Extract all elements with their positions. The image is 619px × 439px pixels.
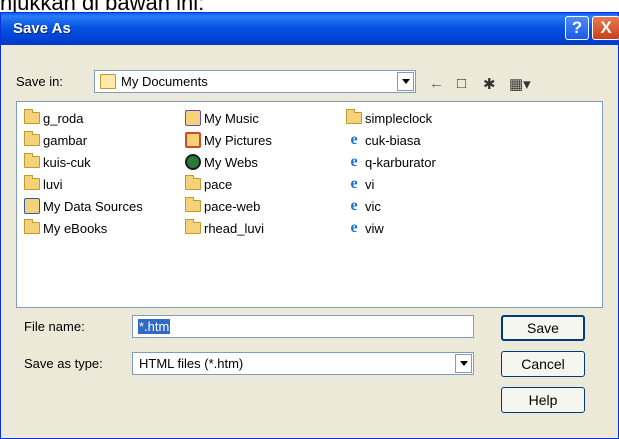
title-bar[interactable]: Save As ? X <box>1 13 619 45</box>
list-item[interactable]: My Data Sources <box>24 197 143 215</box>
list-item[interactable]: My Pictures <box>185 131 272 149</box>
save-as-dialog: Save As ? X Save in: My Documents ← □ ✱ … <box>0 12 619 439</box>
file-name-value: *.htm <box>138 319 171 334</box>
ie-html-file-icon: e <box>350 175 358 192</box>
list-item[interactable]: e q-karburator <box>346 153 435 171</box>
list-item[interactable]: pace-web <box>185 197 260 215</box>
up-one-level-icon[interactable]: □ <box>457 75 466 92</box>
ie-html-file-icon: e <box>350 219 358 236</box>
list-item[interactable]: kuis-cuk <box>24 153 91 171</box>
pictures-folder-icon <box>185 132 201 148</box>
new-folder-icon[interactable]: ✱ <box>483 75 496 93</box>
my-documents-icon <box>100 74 116 89</box>
music-folder-icon <box>185 110 201 126</box>
folder-icon <box>346 109 362 124</box>
list-item[interactable]: simpleclock <box>346 109 432 127</box>
folder-icon <box>24 109 40 124</box>
folder-icon <box>24 175 40 190</box>
list-item[interactable]: e vi <box>346 175 374 193</box>
folder-icon <box>185 219 201 234</box>
views-menu-icon[interactable]: ▦▾ <box>509 75 531 93</box>
save-in-dropdown[interactable]: My Documents <box>94 70 416 93</box>
file-list[interactable]: g_roda gambar kuis-cuk luvi My Data Sour… <box>16 101 603 308</box>
save-in-value: My Documents <box>121 74 208 89</box>
list-item[interactable]: gambar <box>24 131 87 149</box>
list-item[interactable]: My Webs <box>185 153 258 171</box>
close-button[interactable]: X <box>592 16 619 40</box>
file-name-input[interactable]: *.htm <box>132 315 474 338</box>
help-title-button[interactable]: ? <box>565 16 589 40</box>
help-button[interactable]: Help <box>501 387 585 413</box>
ie-html-file-icon: e <box>350 131 358 148</box>
folder-icon <box>24 153 40 168</box>
list-item[interactable]: e vic <box>346 197 380 215</box>
ie-html-file-icon: e <box>350 153 358 170</box>
folder-icon <box>24 131 40 146</box>
ie-html-file-icon: e <box>350 197 358 214</box>
list-item[interactable]: rhead_luvi <box>185 219 264 237</box>
save-button[interactable]: Save <box>501 315 585 341</box>
list-item[interactable]: luvi <box>24 175 63 193</box>
folder-icon <box>24 219 40 234</box>
file-name-label: File name: <box>24 319 85 334</box>
list-item[interactable]: e viw <box>346 219 383 237</box>
cancel-button[interactable]: Cancel <box>501 351 585 377</box>
list-item[interactable]: g_roda <box>24 109 83 127</box>
folder-icon <box>185 175 201 190</box>
chevron-down-icon[interactable] <box>455 354 472 373</box>
dialog-title: Save As <box>13 20 71 37</box>
save-as-type-value: HTML files (*.htm) <box>139 356 244 371</box>
list-item[interactable]: e cuk-biasa <box>346 131 420 149</box>
list-item[interactable]: My Music <box>185 109 259 127</box>
list-item[interactable]: My eBooks <box>24 219 107 237</box>
chevron-down-icon[interactable] <box>397 72 414 91</box>
save-as-type-label: Save as type: <box>24 356 103 371</box>
save-in-label: Save in: <box>16 74 63 89</box>
folder-icon <box>185 197 201 212</box>
back-arrow-icon[interactable]: ← <box>429 75 444 92</box>
list-item[interactable]: pace <box>185 175 232 193</box>
data-sources-folder-icon <box>24 198 40 214</box>
save-as-type-dropdown[interactable]: HTML files (*.htm) <box>132 352 474 375</box>
webs-folder-icon <box>185 154 201 170</box>
